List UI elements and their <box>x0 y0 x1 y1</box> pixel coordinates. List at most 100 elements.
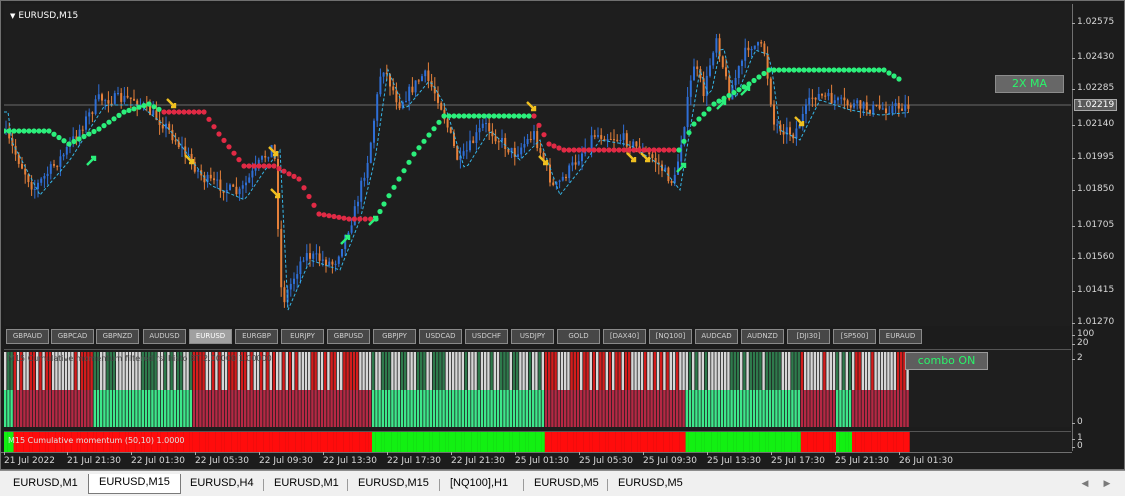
momentum-bar <box>842 432 846 452</box>
symbol-button-nq100[interactable]: [NQ100] <box>649 329 692 344</box>
dropdown-triangle-icon[interactable]: ▼ <box>10 12 15 20</box>
histogram-bar-lower <box>644 390 647 427</box>
trend-dot <box>821 67 827 73</box>
trend-dot <box>651 147 657 153</box>
chart-tab[interactable]: EURUSD,M5 <box>524 475 609 493</box>
momentum-bar <box>244 432 248 452</box>
chart-tab[interactable]: EURUSD,M15 <box>348 475 439 493</box>
momentum-bar <box>378 432 382 452</box>
chart-tab[interactable]: EURUSD,M1 <box>264 475 349 493</box>
time-axis[interactable]: 21 Jul 2022 21 Jul 21:30 22 Jul 01:30 22 Ju… <box>1 452 1072 471</box>
candle-body <box>43 176 46 179</box>
histogram-bar-lower <box>788 390 791 427</box>
momentum-bar <box>221 432 225 452</box>
trend-dot <box>686 130 692 136</box>
candle-body <box>104 100 107 102</box>
histogram-bar-upper <box>471 352 474 390</box>
chart-window[interactable]: ▼ EURUSD,M15 2X MA GBPAUD GBPCAD GBPNZD AUDU… <box>0 0 1125 470</box>
histogram-bar-upper <box>375 352 378 390</box>
symbol-button-dji30[interactable]: [DJI30] <box>787 329 830 344</box>
trend-dot <box>336 214 342 220</box>
histogram-bar-lower <box>407 390 410 427</box>
symbol-button-audusd[interactable]: AUDUSD <box>143 329 186 344</box>
momentum-bar <box>301 432 305 452</box>
tab-scroll-left-icon[interactable]: ◀ <box>1078 477 1092 491</box>
symbol-button-audnzd[interactable]: AUDNZD <box>741 329 784 344</box>
candle-body <box>283 287 286 303</box>
price-pane[interactable]: ▼ EURUSD,M15 <box>4 4 1071 326</box>
symbol-button-audcad[interactable]: AUDCAD <box>695 329 738 344</box>
histogram-bar-upper <box>532 352 535 390</box>
trend-dot <box>516 113 522 119</box>
trend-dot <box>576 147 582 153</box>
histogram-bar-upper <box>874 352 877 390</box>
trend-dot <box>561 147 567 153</box>
momentum-bar <box>906 432 910 452</box>
candle-body <box>814 97 817 100</box>
histogram-bar-upper <box>896 352 900 390</box>
momentum-bar <box>276 432 280 452</box>
symbol-button-gbpusd[interactable]: GBPUSD <box>327 329 370 344</box>
symbol-button-sp500[interactable]: [SP500] <box>833 329 876 344</box>
symbol-button-gbpnzd[interactable]: GBPNZD <box>96 329 139 344</box>
chart-tab[interactable]: EURUSD,M5 <box>608 475 693 493</box>
symbol-button-euraud[interactable]: EURAUD <box>879 329 922 344</box>
histogram-bar-lower <box>672 390 676 427</box>
histogram-bar-lower <box>682 390 685 427</box>
chart-tab[interactable]: EURUSD,M15 <box>88 474 181 494</box>
histogram-bar-lower <box>605 390 608 427</box>
symbol-button-usdcad[interactable]: USDCAD <box>419 329 462 344</box>
trend-dot <box>596 147 602 153</box>
ma-toggle-button[interactable]: 2X MA <box>995 75 1064 93</box>
symbol-button-eurjpy[interactable]: EURJPY <box>281 329 324 344</box>
histogram-bar-lower <box>599 390 602 427</box>
trend-dot <box>261 163 267 169</box>
candle-body <box>315 253 318 255</box>
histogram-bar-lower <box>452 390 455 427</box>
momentum-bar <box>256 432 261 452</box>
combo-toggle-button[interactable]: combo ON <box>905 352 988 370</box>
momentum-bar <box>519 432 523 452</box>
chart-tab[interactable]: [NQ100],H1 <box>440 475 518 493</box>
histogram-bar-lower <box>170 390 173 427</box>
trend-dot <box>586 147 592 153</box>
candle-body <box>872 104 875 114</box>
symbol-button-gold[interactable]: GOLD <box>557 329 600 344</box>
symbol-button-eurgbp[interactable]: EURGBP <box>235 329 278 344</box>
histogram-bar-lower <box>176 390 180 427</box>
histogram-bar-lower <box>602 390 605 427</box>
tab-separator <box>523 479 524 491</box>
histogram-bar-upper <box>528 352 532 390</box>
momentum-bar <box>522 432 526 452</box>
histogram-bar-lower <box>730 390 733 427</box>
candle-body <box>539 148 542 153</box>
symbol-button-usdchf[interactable]: USDCHF <box>465 329 508 344</box>
histogram-bar-lower <box>836 390 839 427</box>
candle-body <box>865 102 868 110</box>
symbol-button-eurusd[interactable]: EURUSD <box>189 329 232 344</box>
tab-separator <box>439 479 440 491</box>
histogram-bar-lower <box>522 390 525 427</box>
tab-scroll-right-icon[interactable]: ▶ <box>1100 477 1114 491</box>
histogram-bar-upper <box>298 352 301 390</box>
price-tick: 1.01705 <box>1071 220 1115 230</box>
symbol-button-dax40[interactable]: [DAX40] <box>603 329 646 344</box>
trend-dot <box>386 193 392 199</box>
momentum-bar <box>877 432 881 452</box>
histogram-bar-upper <box>778 352 781 390</box>
histogram-bar-upper <box>557 352 560 390</box>
symbol-button-gbpjpy[interactable]: GBPJPY <box>373 329 416 344</box>
histogram-bar-lower <box>650 390 653 427</box>
momentum-bar <box>404 432 408 452</box>
symbol-button-usdjpy[interactable]: USDJPY <box>511 329 554 344</box>
symbol-button-gbpaud[interactable]: GBPAUD <box>6 329 49 344</box>
momentum-bar <box>330 432 334 452</box>
candle-body <box>651 154 654 158</box>
chart-tab[interactable]: EURUSD,H4 <box>180 475 264 493</box>
chart-tab[interactable]: EURUSD,M1 <box>3 475 88 493</box>
histogram-bar-upper <box>333 352 336 390</box>
price-axis[interactable]: 1.02575 1.02430 1.02285 1.02219 1.02140 … <box>1071 4 1125 451</box>
momentum-pane[interactable]: M15 Cumulative momentum (50,10) 1.0000 <box>4 431 1071 452</box>
symbol-button-gbpcad[interactable]: GBPCAD <box>51 329 94 344</box>
trend-dot <box>241 163 247 169</box>
